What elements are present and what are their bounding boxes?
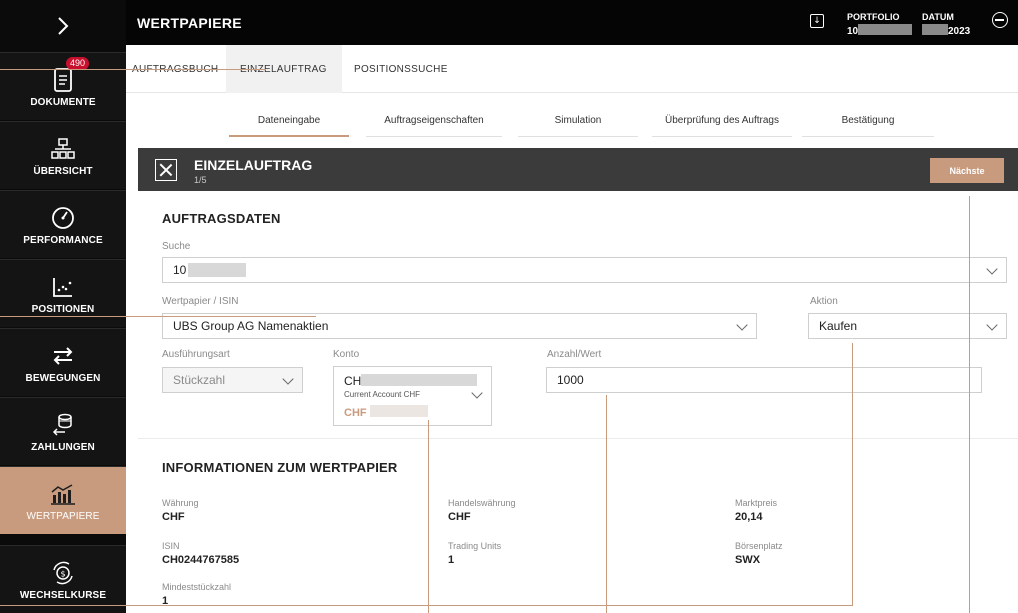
chevron-down-icon	[736, 319, 748, 331]
suche-label: Suche	[162, 241, 191, 252]
trading-units-label: Trading Units	[448, 541, 502, 551]
ausfuehrungsart-select[interactable]: Stückzahl	[162, 367, 303, 393]
konto-balance: CHF	[344, 405, 428, 419]
annotation-line	[428, 420, 429, 613]
sidebar-item-wechselkurse[interactable]: $ WECHSELKURSE	[0, 545, 126, 613]
step-bestaetigung[interactable]: Bestätigung	[802, 115, 934, 137]
sidebar-item-wertpapiere[interactable]: WERTPAPIERE	[0, 466, 126, 534]
portfolio-label: PORTFOLIO	[847, 12, 900, 22]
marktpreis-value: 20,14	[735, 511, 763, 523]
stock-chart-icon	[51, 484, 75, 505]
section-title-informationen: INFORMATIONEN ZUM WERTPAPIER	[162, 460, 398, 475]
konto-select[interactable]: CH Current Account CHF CHF	[333, 366, 492, 426]
order-title: EINZELAUFTRAG	[194, 157, 313, 173]
sidebar-item-performance[interactable]: PERFORMANCE	[0, 190, 126, 258]
sidebar-toggle-button[interactable]	[0, 0, 126, 52]
date-value[interactable]: 2023	[922, 24, 970, 37]
document-icon	[54, 68, 72, 92]
isin-value: CH0244767585	[162, 554, 240, 566]
isin-label: ISIN	[162, 541, 180, 551]
download-icon[interactable]: ↓	[810, 14, 824, 28]
date-label: DATUM	[922, 12, 954, 22]
konto-label: Konto	[333, 349, 360, 360]
hierarchy-icon	[51, 138, 75, 159]
order-step-counter: 1/5	[194, 175, 207, 185]
portfolio-value[interactable]: 10	[847, 24, 913, 37]
section-title-auftragsdaten: AUFTRAGSDATEN	[162, 211, 281, 226]
chevron-down-icon	[471, 387, 483, 399]
sidebar-item-label: WECHSELKURSE	[19, 590, 107, 601]
anzahl-label: Anzahl/Wert	[547, 349, 602, 360]
wertpapier-label: Wertpapier / ISIN	[162, 296, 239, 307]
trading-units-value: 1	[448, 554, 455, 566]
sidebar-item-label: BEWEGUNGEN	[25, 373, 101, 384]
anzahl-input[interactable]: 1000	[546, 367, 982, 393]
sidebar-item-label: POSITIONEN	[31, 304, 95, 315]
step-auftragseigenschaften[interactable]: Auftragseigenschaften	[366, 115, 502, 137]
waehrung-value: CHF	[162, 511, 185, 523]
gauge-icon	[52, 207, 74, 229]
aktion-select[interactable]: Kaufen	[808, 313, 1007, 339]
order-header-bar: EINZELAUFTRAG 1/5 Nächste	[138, 148, 1018, 191]
logout-icon[interactable]	[992, 12, 1008, 28]
step-dateneingabe[interactable]: Dateneingabe	[229, 115, 349, 137]
handelswaehrung-label: Handelswährung	[448, 498, 516, 508]
sidebar-item-label: ZAHLUNGEN	[31, 442, 95, 453]
page-title: WERTPAPIERE	[137, 15, 242, 31]
annotation-line	[0, 605, 852, 606]
close-icon[interactable]	[155, 159, 177, 181]
svg-text:$: $	[60, 570, 65, 579]
konto-name: CH	[344, 374, 478, 388]
konto-description: Current Account CHF	[344, 390, 421, 399]
sidebar-item-label: WERTPAPIERE	[26, 511, 100, 522]
waehrung-label: Währung	[162, 498, 199, 508]
sidebar: 490 DOKUMENTE ÜBERSICHT PERFORMANCE POSI…	[0, 0, 126, 613]
boersenplatz-value: SWX	[735, 554, 761, 566]
boersenplatz-label: Börsenplatz	[735, 541, 783, 551]
coins-icon	[52, 413, 72, 436]
next-button[interactable]: Nächste	[930, 158, 1004, 183]
top-header: WERTPAPIERE ↓ PORTFOLIO 10 DATUM 2023	[126, 0, 1018, 45]
annotation-line	[606, 395, 607, 613]
chevron-down-icon	[282, 373, 294, 385]
aktion-label: Aktion	[810, 296, 838, 307]
transfer-arrows-icon	[53, 347, 73, 365]
chevron-down-icon	[986, 319, 998, 331]
currency-exchange-icon: $	[53, 561, 73, 585]
sidebar-item-bewegungen[interactable]: BEWEGUNGEN	[0, 328, 126, 396]
sidebar-item-uebersicht[interactable]: ÜBERSICHT	[0, 121, 126, 189]
step-simulation[interactable]: Simulation	[518, 115, 638, 137]
section-divider	[138, 438, 1018, 439]
chevron-down-icon	[986, 263, 998, 275]
suche-input[interactable]: 10	[162, 257, 1007, 283]
scatter-chart-icon	[53, 278, 72, 297]
mindeststueckzahl-label: Mindeststückzahl	[162, 582, 232, 592]
marktpreis-label: Marktpreis	[735, 498, 778, 508]
annotation-line	[969, 196, 970, 613]
handelswaehrung-value: CHF	[448, 511, 471, 523]
annotation-line	[0, 316, 316, 317]
ausfuehrungsart-label: Ausführungsart	[162, 349, 230, 360]
sidebar-item-zahlungen[interactable]: ZAHLUNGEN	[0, 397, 126, 465]
tab-positionssuche[interactable]: POSITIONSSUCHE	[342, 45, 462, 93]
sidebar-item-dokumente[interactable]: 490 DOKUMENTE	[0, 52, 126, 120]
annotation-line	[852, 343, 853, 606]
annotation-line	[0, 494, 18, 495]
annotation-line	[0, 69, 266, 70]
chevron-right-icon	[58, 17, 69, 35]
sidebar-item-label: PERFORMANCE	[23, 235, 103, 246]
sidebar-item-label: ÜBERSICHT	[33, 166, 93, 177]
step-ueberpruefung[interactable]: Überprüfung des Auftrags	[652, 115, 792, 137]
sidebar-item-label: DOKUMENTE	[30, 97, 96, 108]
